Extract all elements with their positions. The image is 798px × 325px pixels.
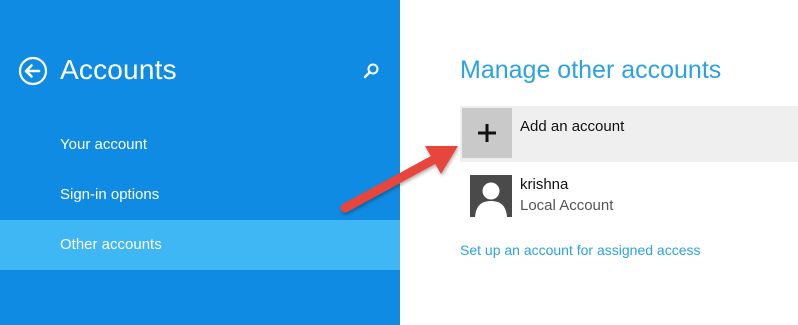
sidebar-title: Accounts: [60, 54, 177, 85]
sidebar-item-sign-in-options[interactable]: Sign-in options: [0, 170, 400, 220]
back-button[interactable]: [18, 56, 48, 86]
sidebar-nav: Your account Sign-in options Other accou…: [0, 120, 400, 270]
sidebar-item-your-account[interactable]: Your account: [0, 120, 400, 170]
search-icon: [363, 63, 379, 79]
avatar: [470, 175, 512, 217]
back-arrow-circle-icon: [18, 56, 48, 86]
add-account-label: Add an account: [520, 118, 625, 135]
user-row-krishna[interactable]: krishna Local Account: [460, 170, 798, 220]
search-button[interactable]: [362, 62, 380, 80]
main-content: Manage other accounts Add an account kri…: [400, 0, 798, 325]
page-title: Manage other accounts: [460, 56, 722, 84]
add-account-button[interactable]: Add an account: [460, 106, 798, 162]
sidebar: Accounts Your account Sign-in options Ot…: [0, 0, 400, 325]
user-name: krishna: [520, 176, 569, 193]
assigned-access-link[interactable]: Set up an account for assigned access: [460, 242, 700, 258]
sidebar-item-other-accounts[interactable]: Other accounts: [0, 220, 400, 270]
add-account-tile: [462, 108, 512, 158]
user-account-type: Local Account: [520, 197, 614, 214]
user-avatar-icon: [475, 182, 507, 217]
plus-icon: [478, 124, 496, 142]
